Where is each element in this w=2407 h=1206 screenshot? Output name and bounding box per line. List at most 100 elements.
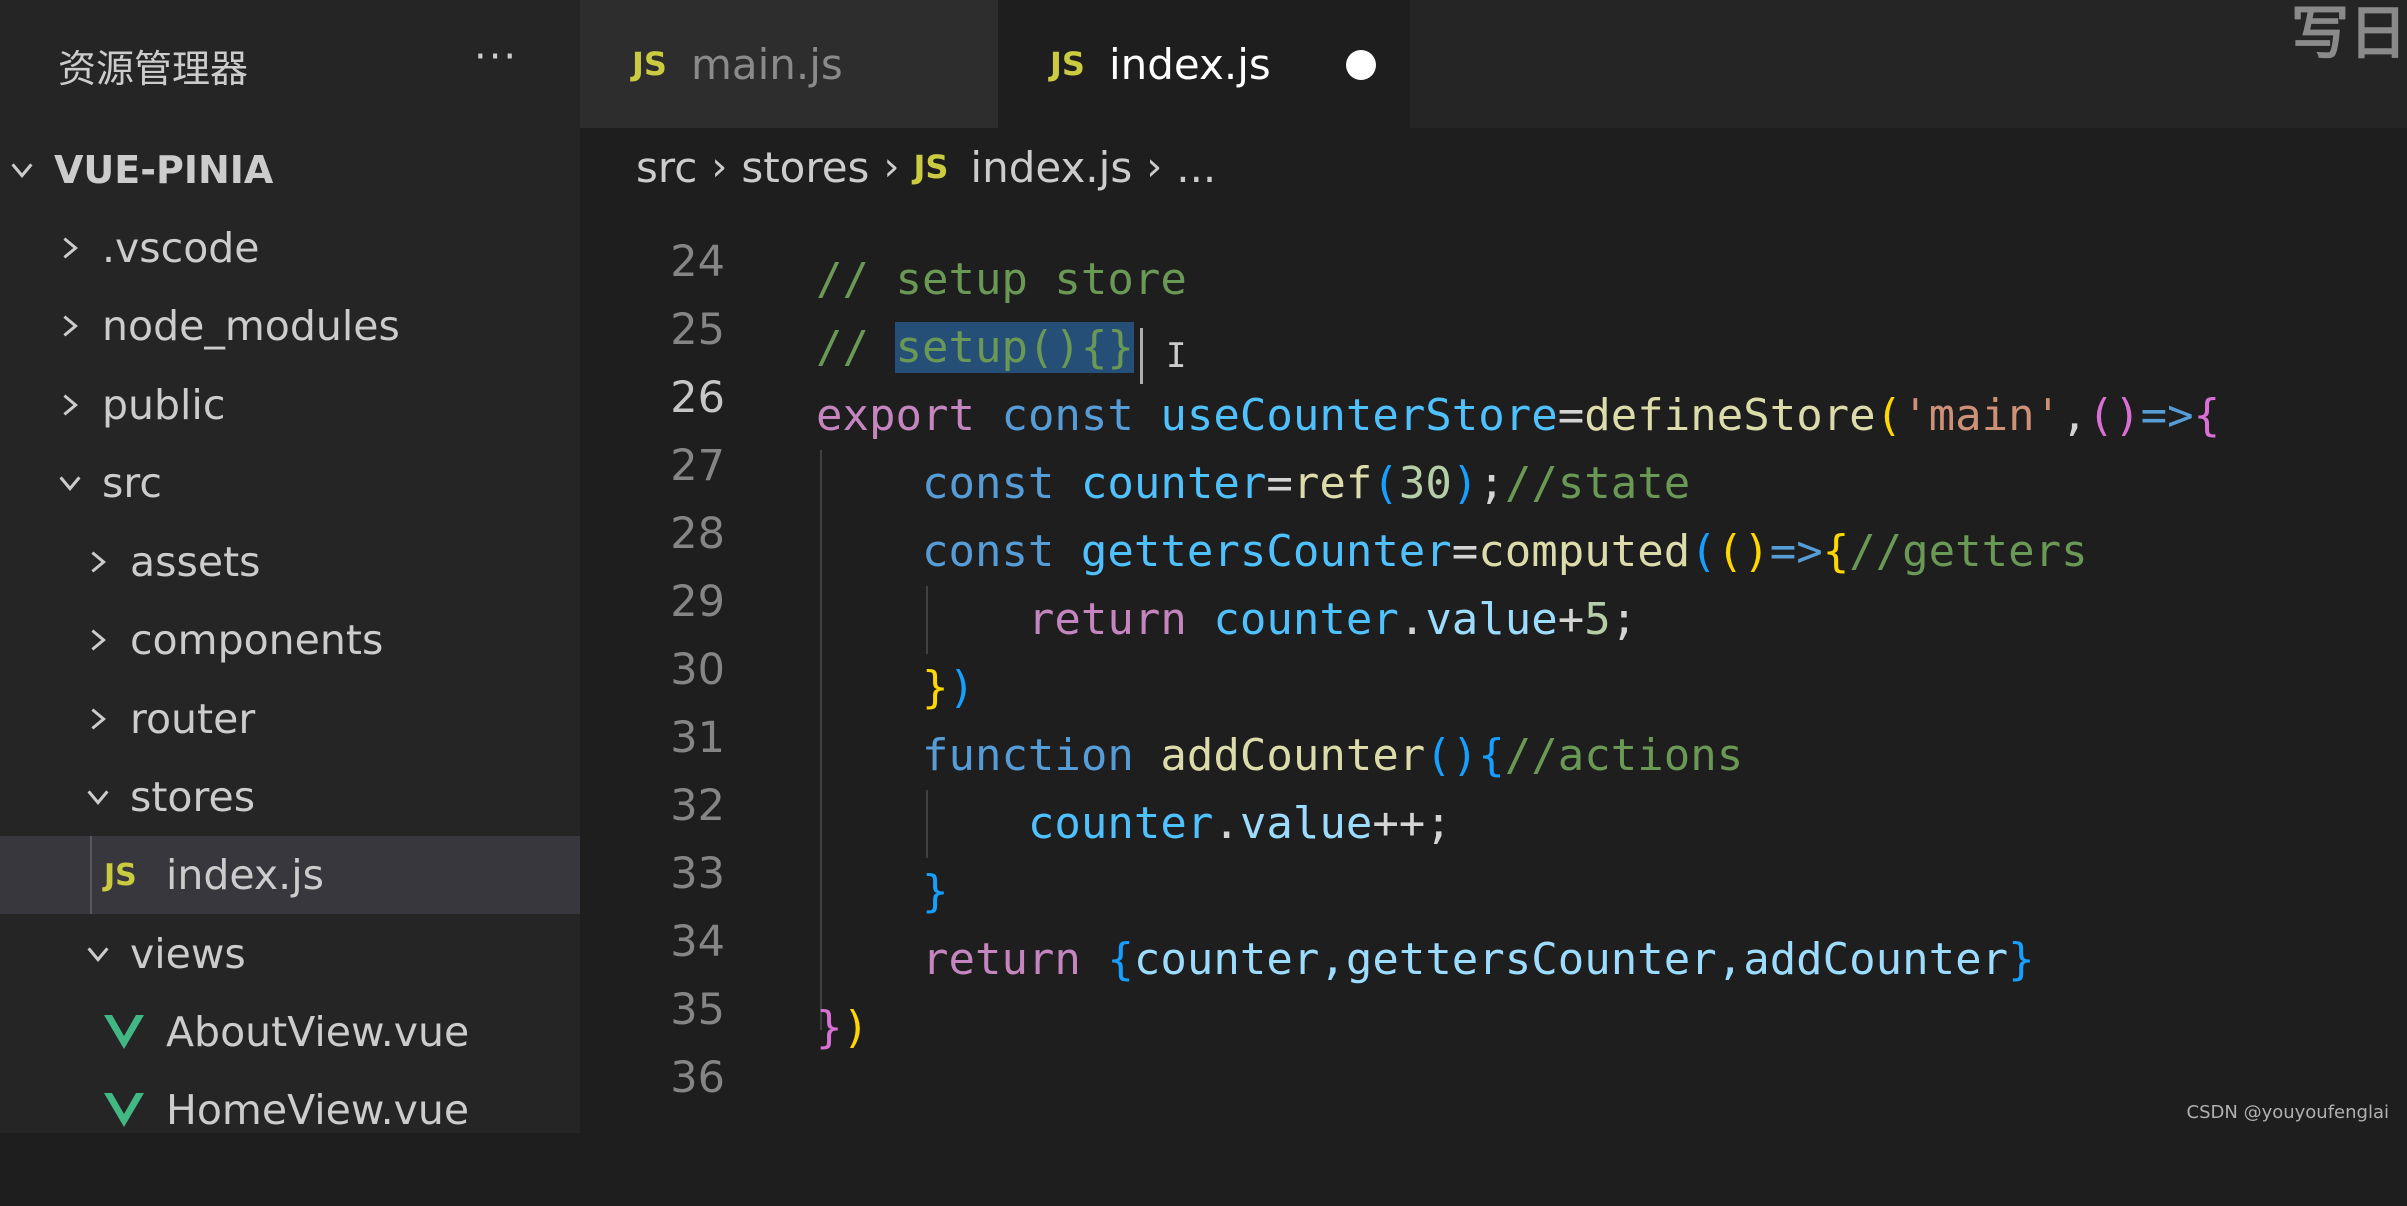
js-file-icon: JS — [104, 857, 137, 893]
breadcrumb-item-src[interactable]: src — [636, 143, 697, 192]
chevron-right-icon — [78, 542, 118, 582]
token-punc: . — [1398, 594, 1426, 645]
js-file-icon: JS — [1050, 45, 1085, 83]
tab-main-js[interactable]: JS main.js — [580, 0, 998, 128]
token-keyword: export — [816, 390, 975, 441]
tree-root-label: VUE-PINIA — [54, 148, 274, 192]
chevron-right-icon: › — [883, 144, 900, 190]
token-bracket: ( — [1372, 458, 1399, 509]
breadcrumb-item-stores[interactable]: stores — [741, 143, 869, 192]
token-bracket: ( — [1875, 390, 1903, 441]
token-variable: counter — [1027, 798, 1214, 849]
js-file-icon: JS — [632, 45, 667, 83]
code-editor[interactable]: 24 25 // setup store 26 // setup(){} I 2… — [580, 206, 2407, 1133]
code-line: 30 return counter.value+5; — [580, 594, 2407, 695]
token-arrow: => — [1769, 526, 1823, 577]
text-cursor — [1140, 328, 1143, 384]
code-line: 27 export const useCounterStore=defineSt… — [580, 390, 2407, 491]
tree-item-src[interactable]: src — [0, 444, 580, 522]
token-bracket: () — [1425, 730, 1479, 781]
token-bracket: ( — [1690, 526, 1717, 577]
tree-item-index-js[interactable]: JS index.js — [0, 836, 580, 914]
tree-item-public[interactable]: public — [0, 366, 580, 444]
token-function: ref — [1292, 458, 1373, 509]
tree-item-label: .vscode — [102, 224, 260, 272]
tab-label: index.js — [1108, 39, 1271, 89]
chevron-down-icon — [50, 463, 90, 503]
token-function: defineStore — [1584, 390, 1876, 441]
tree-root-vue-pinia[interactable]: VUE-PINIA — [0, 131, 580, 209]
tree-item-components[interactable]: components — [0, 601, 580, 679]
chevron-right-icon — [50, 228, 90, 268]
code-line: 34 } — [580, 866, 2407, 967]
token-number: 30 — [1398, 458, 1452, 509]
tree-item-assets[interactable]: assets — [0, 523, 580, 601]
code-line-current: 26 // setup(){} I — [580, 322, 2407, 423]
code-comment: // — [816, 322, 896, 373]
code-comment: //state — [1504, 458, 1691, 509]
tree-item-stores[interactable]: stores — [0, 758, 580, 836]
tree-item-label: router — [130, 695, 256, 743]
tree-item-label: HomeView.vue — [166, 1086, 470, 1134]
breadcrumb-item-file[interactable]: index.js — [970, 143, 1132, 192]
code-line: 29 const gettersCounter=computed(()=>{//… — [580, 526, 2407, 627]
tree-item-label: stores — [130, 773, 256, 821]
corner-text: 写日 — [2290, 0, 2407, 67]
token-arrow: => — [2140, 390, 2194, 441]
ibeam-cursor-icon: I — [1166, 336, 1187, 376]
token-bracket: } — [921, 866, 949, 917]
tab-label: main.js — [690, 39, 843, 89]
token-keyword: return — [1027, 594, 1187, 645]
token-bracket: { — [1478, 730, 1505, 781]
token-punc: ; — [1610, 594, 1638, 645]
tree-item-label: components — [130, 616, 384, 664]
chevron-down-icon — [78, 934, 118, 974]
token-punc: . — [1213, 798, 1240, 849]
breadcrumb-item-more[interactable]: ... — [1176, 143, 1216, 192]
explorer-title: 资源管理器 — [58, 47, 249, 91]
code-line: 35 return {counter,gettersCounter,addCou… — [580, 934, 2407, 1035]
tree-item-home-view[interactable]: HomeView.vue — [0, 1071, 580, 1149]
more-actions-icon[interactable]: ··· — [474, 34, 518, 80]
code-comment: //getters — [1849, 526, 2088, 577]
token-punc: + — [1557, 594, 1585, 645]
code-line: 36 }) — [580, 1002, 2407, 1103]
token-function: addCounter — [1160, 730, 1426, 781]
watermark: CSDN @youyoufenglai — [2186, 1102, 2389, 1123]
tree-item-label: public — [102, 381, 226, 429]
token-punc: = — [1451, 526, 1479, 577]
token-variable: useCounterStore — [1160, 390, 1558, 441]
explorer-sidebar: 资源管理器 ··· VUE-PINIA .vscode node_modules… — [0, 0, 580, 1134]
tree-item-vscode[interactable]: .vscode — [0, 209, 580, 287]
code-line: 33 counter.value++; — [580, 798, 2407, 899]
code-line: 32 function addCounter(){//actions — [580, 730, 2407, 831]
token-bracket: () — [1716, 526, 1770, 577]
editor-area: JS main.js JS index.js 写日 src › stores ›… — [580, 0, 2407, 1133]
token-bracket: { — [1822, 526, 1850, 577]
tree-item-label: assets — [130, 538, 261, 586]
token-bracket: { — [2193, 390, 2221, 441]
token-function: computed — [1478, 526, 1691, 577]
chevron-right-icon: › — [711, 144, 728, 190]
unsaved-dot-icon[interactable] — [1346, 50, 1376, 80]
token-bracket: ) — [842, 1002, 870, 1053]
tree-item-label: src — [102, 459, 162, 507]
tree-item-label: index.js — [166, 851, 324, 899]
tree-item-views[interactable]: views — [0, 915, 580, 993]
token-bracket: ) — [1451, 458, 1479, 509]
vue-file-icon — [104, 1093, 144, 1127]
tree-item-router[interactable]: router — [0, 680, 580, 758]
token-bracket: } — [2008, 934, 2035, 985]
tree-item-node-modules[interactable]: node_modules — [0, 287, 580, 365]
tab-index-js[interactable]: JS index.js — [998, 0, 1410, 128]
chevron-right-icon — [50, 385, 90, 425]
selected-text: setup(){} — [895, 322, 1134, 373]
chevron-down-icon — [78, 777, 118, 817]
token-variable: counter — [1213, 594, 1399, 645]
chevron-right-icon — [78, 620, 118, 660]
code-line: 25 // setup store — [580, 254, 2407, 355]
tree-item-about-view[interactable]: AboutView.vue — [0, 993, 580, 1071]
code-comment: //actions — [1504, 730, 1744, 781]
token-bracket: ) — [948, 662, 975, 713]
token-decl: const — [921, 526, 1055, 577]
